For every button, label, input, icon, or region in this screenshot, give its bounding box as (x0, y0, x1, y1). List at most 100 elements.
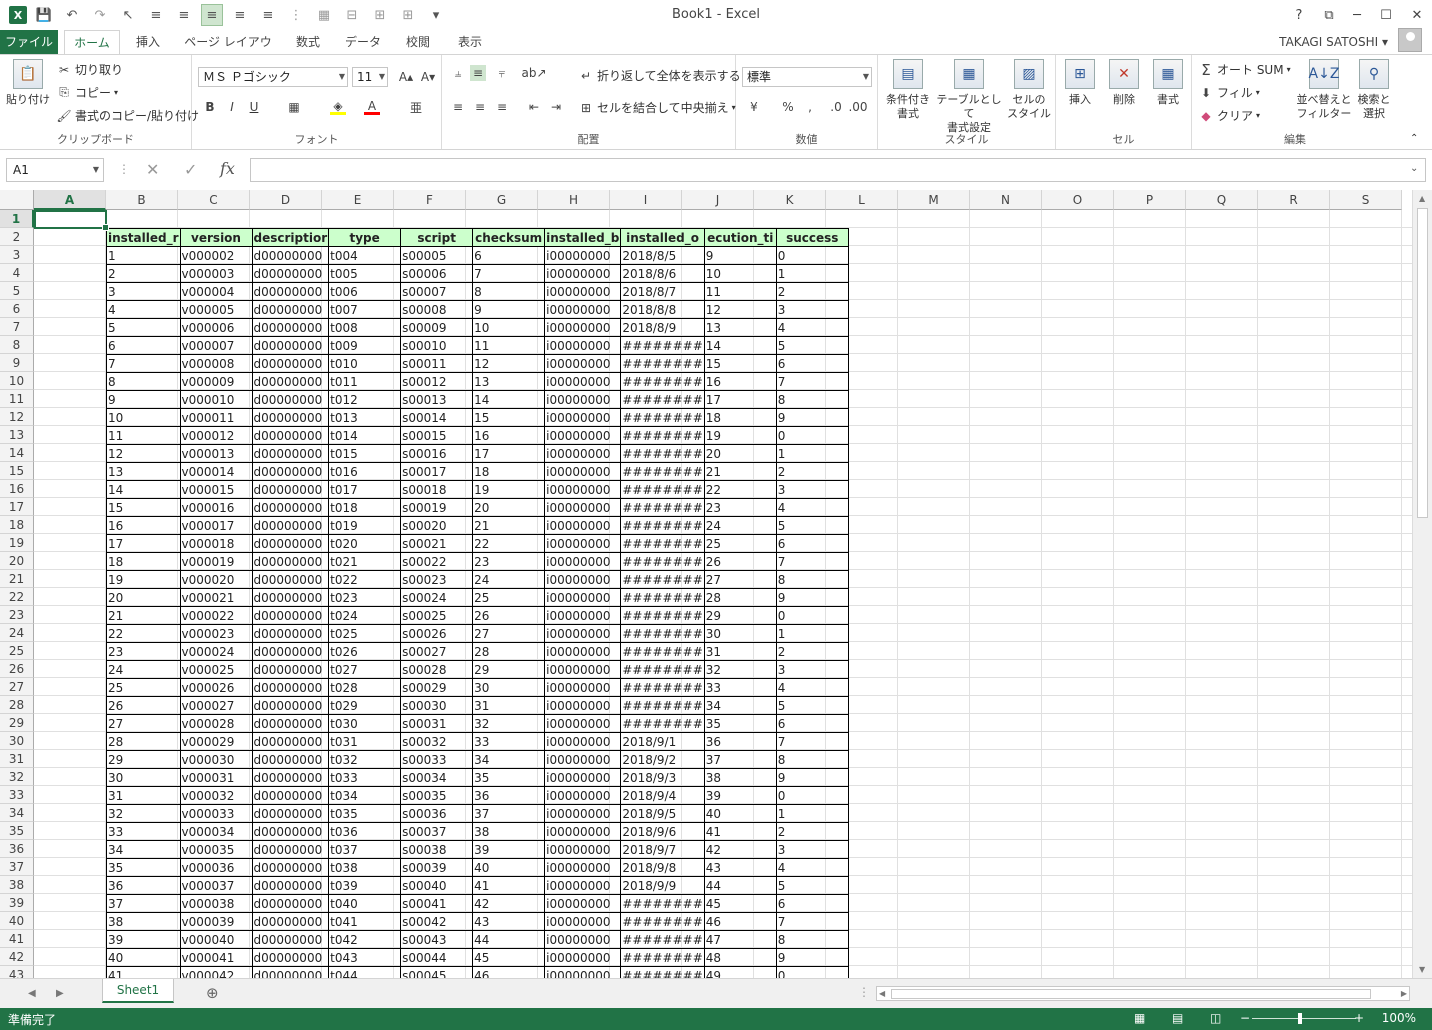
excel-logo-icon[interactable]: X (9, 6, 27, 24)
table-cell[interactable]: v000023 (179, 624, 253, 643)
close-button[interactable]: ✕ (1404, 4, 1430, 26)
table-cell[interactable]: v000026 (179, 678, 253, 697)
table-cell[interactable]: d00000000 (251, 264, 330, 283)
table-cell[interactable]: 1 (775, 264, 849, 283)
table-cell[interactable]: s00016 (400, 444, 474, 463)
table-cell[interactable]: 2 (775, 462, 849, 481)
table-cell[interactable]: 6 (775, 894, 849, 913)
table-cell[interactable]: 9 (775, 768, 849, 787)
table-cell[interactable]: 20 (703, 444, 777, 463)
table-cell[interactable]: s00009 (400, 318, 474, 337)
page-layout-view-icon[interactable]: ▤ (1172, 1011, 1183, 1025)
table-cell[interactable]: i00000000 (544, 858, 622, 877)
sort-filter-button[interactable]: A↓Z 並べ替えと フィルター (1296, 59, 1352, 121)
table-cell[interactable]: 36 (472, 786, 546, 805)
table-cell[interactable]: i00000000 (544, 624, 622, 643)
column-header-a[interactable]: A (34, 190, 106, 210)
row-header-20[interactable]: 20 (0, 552, 34, 570)
row-header-30[interactable]: 30 (0, 732, 34, 750)
row-header-32[interactable]: 32 (0, 768, 34, 786)
next-sheet-icon[interactable]: ▶ (56, 988, 64, 999)
table-cell[interactable]: t021 (328, 552, 402, 571)
table-cell[interactable]: d00000000 (251, 354, 330, 373)
table-cell[interactable]: s00043 (400, 930, 474, 949)
table-cell[interactable]: 2018/9/7 (620, 840, 705, 859)
cells-area[interactable]: installed_r version descriptior type script c… (34, 210, 1412, 978)
column-header-c[interactable]: C (178, 190, 250, 210)
table-cell[interactable]: t032 (328, 750, 402, 769)
column-header-g[interactable]: G (466, 190, 538, 210)
align-top-button[interactable]: ⫨ (450, 65, 466, 81)
table-cell[interactable]: ######## (620, 930, 705, 949)
table-cell[interactable]: ######## (620, 570, 705, 589)
table-cell[interactable]: i00000000 (544, 426, 622, 445)
table-cell[interactable]: d00000000 (251, 804, 330, 823)
normal-view-icon[interactable]: ▦ (1134, 1011, 1145, 1025)
align-middle-button[interactable]: ≡ (470, 65, 486, 81)
table-cell[interactable]: d00000000 (251, 732, 330, 751)
table-cell[interactable]: v000024 (179, 642, 253, 661)
table-cell[interactable]: s00021 (400, 534, 474, 553)
cancel-entry-icon[interactable]: ✕ (146, 160, 159, 179)
bold-button[interactable]: B (202, 99, 218, 115)
table-cell[interactable]: s00018 (400, 480, 474, 499)
table-cell[interactable]: s00036 (400, 804, 474, 823)
row-header-43[interactable]: 43 (0, 966, 34, 978)
table-cell[interactable]: d00000000 (251, 534, 330, 553)
scroll-down-icon[interactable]: ▼ (1419, 965, 1425, 974)
table-cell[interactable]: ######## (620, 372, 705, 391)
table-cell[interactable]: 20 (472, 498, 546, 517)
table-cell[interactable]: 22 (703, 480, 777, 499)
align-center2-qat-icon[interactable]: ≡ (229, 4, 251, 26)
table-cell[interactable]: 24 (472, 570, 546, 589)
select-all-button[interactable] (0, 190, 34, 210)
table-cell[interactable]: 2018/8/7 (620, 282, 705, 301)
align-right-qat-icon[interactable]: ≡ (257, 4, 279, 26)
row-header-8[interactable]: 8 (0, 336, 34, 354)
row-header-24[interactable]: 24 (0, 624, 34, 642)
table-cell[interactable]: 45 (703, 894, 777, 913)
table-cell[interactable]: d00000000 (251, 894, 330, 913)
table-cell[interactable]: s00042 (400, 912, 474, 931)
table-cell[interactable]: i00000000 (544, 336, 622, 355)
row-header-23[interactable]: 23 (0, 606, 34, 624)
table-cell[interactable]: 36 (106, 876, 181, 895)
table-cell[interactable]: ######## (620, 624, 705, 643)
table-cell[interactable]: 15 (703, 354, 777, 373)
table-cell[interactable]: i00000000 (544, 804, 622, 823)
table-cell[interactable]: s00035 (400, 786, 474, 805)
table-cell[interactable]: 5 (106, 318, 181, 337)
table-cell[interactable]: 27 (106, 714, 181, 733)
table-cell[interactable]: 12 (106, 444, 181, 463)
align-top-qat-icon[interactable]: ≡ (173, 4, 195, 26)
table-cell[interactable]: 49 (703, 966, 777, 978)
table-cell[interactable]: t027 (328, 660, 402, 679)
tab-home[interactable]: ホーム (64, 30, 120, 55)
find-select-button[interactable]: ⚲ 検索と 選択 (1352, 59, 1396, 121)
table-cell[interactable]: s00044 (400, 948, 474, 967)
table-cell[interactable]: i00000000 (544, 822, 622, 841)
cell-styles-button[interactable]: ▨ セルの スタイル (1004, 59, 1054, 121)
table-cell[interactable]: 24 (106, 660, 181, 679)
column-header-f[interactable]: F (394, 190, 466, 210)
table-cell[interactable]: t019 (328, 516, 402, 535)
table-cell[interactable]: d00000000 (251, 786, 330, 805)
table-cell[interactable]: 9 (775, 588, 849, 607)
table-cell[interactable]: 17 (703, 390, 777, 409)
table-cell[interactable]: ######## (620, 606, 705, 625)
table-cell[interactable]: s00013 (400, 390, 474, 409)
data-table[interactable]: installed_r version descriptior type script c… (106, 228, 849, 978)
table-cell[interactable]: d00000000 (251, 300, 330, 319)
table-cell[interactable]: 41 (106, 966, 181, 978)
decrease-indent-button[interactable]: ⇤ (526, 99, 542, 115)
table-cell[interactable]: d00000000 (251, 858, 330, 877)
table-cell[interactable]: i00000000 (544, 534, 622, 553)
table-cell[interactable]: 29 (106, 750, 181, 769)
table-cell[interactable]: i00000000 (544, 750, 622, 769)
table-cell[interactable]: v000041 (179, 948, 253, 967)
table-cell[interactable]: v000016 (179, 498, 253, 517)
table-cell[interactable]: t017 (328, 480, 402, 499)
table-cell[interactable]: d00000000 (251, 390, 330, 409)
table-cell[interactable]: 14 (703, 336, 777, 355)
table-cell[interactable]: 0 (775, 426, 849, 445)
